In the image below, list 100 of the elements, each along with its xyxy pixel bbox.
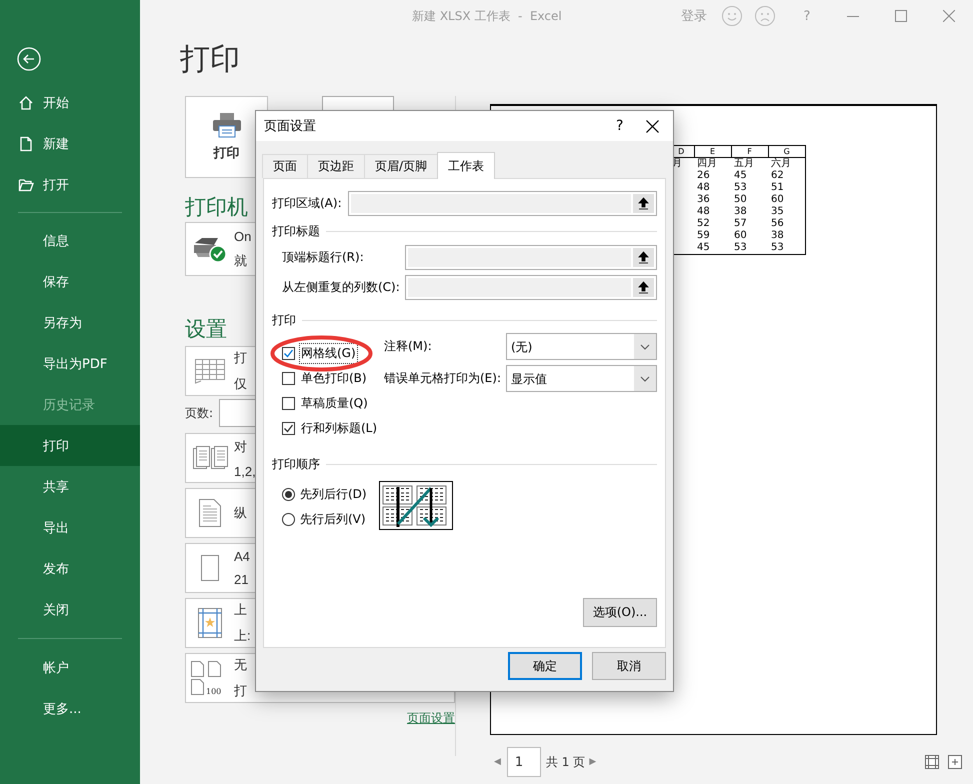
table-cell: 35 bbox=[771, 206, 784, 217]
margins-icon bbox=[197, 607, 223, 639]
table-cell: 52 bbox=[697, 218, 710, 229]
group-label: 打印 bbox=[272, 312, 296, 328]
dropdown[interactable]: (无) bbox=[506, 333, 657, 360]
table-cell: 45 bbox=[734, 170, 747, 181]
sidebar-item[interactable]: 另存为 bbox=[0, 302, 140, 343]
table-cell: 51 bbox=[771, 182, 784, 193]
field-label: 顶端标题行(R): bbox=[282, 249, 365, 266]
zoom-page-icon bbox=[948, 755, 962, 769]
stacked-pages-icon bbox=[192, 444, 228, 472]
table-cell: 53 bbox=[771, 242, 784, 253]
table-cell: 五月 bbox=[734, 158, 754, 169]
select-label: 注释(M): bbox=[384, 338, 432, 355]
table-cell: 62 bbox=[771, 170, 784, 181]
table-cell: 59 bbox=[697, 230, 710, 241]
sidebar-item[interactable]: 打印 bbox=[0, 425, 140, 466]
sidebar-item[interactable]: 开始 bbox=[0, 82, 140, 123]
range-field[interactable] bbox=[348, 191, 657, 216]
column-header: F bbox=[731, 146, 768, 158]
dialog-tab[interactable]: 页面 bbox=[262, 154, 308, 178]
column-header: G bbox=[768, 146, 806, 158]
checkbox[interactable] bbox=[282, 422, 295, 435]
table-cell: 60 bbox=[734, 230, 747, 241]
table-cell: 45 bbox=[697, 242, 710, 253]
sidebar-item[interactable]: 发布 bbox=[0, 548, 140, 589]
table-cell: 56 bbox=[771, 218, 784, 229]
setting-title: 上 bbox=[234, 601, 248, 619]
maximize-icon bbox=[895, 10, 907, 22]
previous-page-button[interactable]: ◀ bbox=[494, 757, 501, 767]
table-cell: 38 bbox=[734, 206, 747, 217]
table-icon bbox=[193, 357, 227, 385]
checkbox[interactable] bbox=[282, 372, 295, 385]
pages-label: 页数: bbox=[185, 404, 214, 422]
setting-title: 纵 bbox=[234, 504, 247, 522]
table-cell: 48 bbox=[697, 206, 710, 217]
dialog-help-button[interactable]: ? bbox=[616, 118, 646, 134]
close-icon bbox=[646, 120, 659, 132]
show-margins-icon bbox=[925, 755, 939, 769]
group-label: 打印顺序 bbox=[272, 456, 320, 472]
sidebar-item[interactable]: 新建 bbox=[0, 123, 140, 164]
close-icon bbox=[943, 10, 955, 22]
options-button[interactable]: 选项(O)... bbox=[583, 598, 657, 627]
page-number-field[interactable]: 1 bbox=[506, 747, 541, 777]
cancel-button[interactable]: 取消 bbox=[592, 652, 666, 680]
sidebar-item[interactable]: 保存 bbox=[0, 261, 140, 302]
table-cell: 六月 bbox=[771, 158, 791, 169]
table-cell: 60 bbox=[771, 194, 784, 205]
scale-label: 100 bbox=[206, 687, 222, 696]
checkbox[interactable] bbox=[282, 397, 295, 410]
ok-button[interactable]: 确定 bbox=[508, 652, 582, 680]
upload-arrow-icon bbox=[638, 197, 649, 210]
checkbox-label: 行和列标题(L) bbox=[300, 420, 378, 437]
dialog-tab[interactable]: 工作表 bbox=[437, 152, 496, 179]
sidebar-item[interactable]: 打开 bbox=[0, 164, 140, 205]
table-cell: 36 bbox=[697, 194, 710, 205]
select-label: 错误单元格打印为(E): bbox=[384, 370, 501, 387]
setting-detail: 1,2, bbox=[234, 464, 256, 478]
sidebar-item[interactable]: 信息 bbox=[0, 220, 140, 261]
table-cell: 26 bbox=[697, 170, 710, 181]
radio-label: 先列后行(D) bbox=[300, 486, 367, 502]
radio-button[interactable] bbox=[282, 512, 295, 526]
setting-title: 无 bbox=[234, 656, 247, 674]
setting-detail: 上: bbox=[234, 627, 251, 645]
chevron-down-icon bbox=[640, 344, 650, 350]
sidebar-item[interactable]: 关闭 bbox=[0, 589, 140, 630]
next-page-button[interactable]: ▶ bbox=[589, 757, 596, 767]
sidebar-item[interactable]: 导出为PDF bbox=[0, 343, 140, 384]
table-cell: 四月 bbox=[697, 158, 717, 169]
table-cell: 57 bbox=[734, 218, 747, 229]
setting-detail: 打 bbox=[234, 682, 247, 700]
settings-heading: 设置 bbox=[185, 316, 227, 343]
smiley-icon bbox=[721, 5, 743, 27]
printer-ready-icon bbox=[192, 235, 228, 263]
page-heading: 打印 bbox=[180, 41, 241, 79]
setting-detail: 21 bbox=[234, 572, 250, 587]
checkbox-label: 草稿质量(Q) bbox=[300, 395, 369, 412]
document-icon bbox=[18, 136, 34, 152]
dropdown[interactable]: 显示值 bbox=[506, 365, 657, 392]
sidebar-item[interactable]: 帐户 bbox=[0, 647, 140, 688]
radio-button[interactable] bbox=[282, 488, 295, 500]
setting-detail: 仅 bbox=[234, 375, 247, 393]
page-total: 共 1 页 bbox=[546, 754, 586, 770]
range-field[interactable] bbox=[405, 245, 657, 270]
printer-icon bbox=[212, 112, 242, 138]
radio-label: 先行后列(V) bbox=[300, 510, 366, 528]
frown-icon bbox=[754, 5, 776, 27]
page-lines-icon bbox=[198, 498, 222, 528]
range-field[interactable] bbox=[405, 275, 657, 300]
checkbox-label: 单色打印(B) bbox=[300, 370, 368, 387]
folder-icon bbox=[18, 176, 34, 192]
sidebar-item[interactable]: 导出 bbox=[0, 507, 140, 548]
sidebar-item[interactable]: 更多... bbox=[0, 688, 140, 729]
checkbox[interactable] bbox=[282, 347, 295, 360]
sidebar-item[interactable]: 共享 bbox=[0, 466, 140, 507]
table-cell: 53 bbox=[734, 182, 747, 193]
printer-name: On bbox=[234, 228, 252, 244]
page-setup-link[interactable]: 页面设置 bbox=[407, 710, 455, 727]
printer-heading: 打印机 bbox=[185, 194, 248, 221]
table-cell: 38 bbox=[771, 230, 784, 241]
